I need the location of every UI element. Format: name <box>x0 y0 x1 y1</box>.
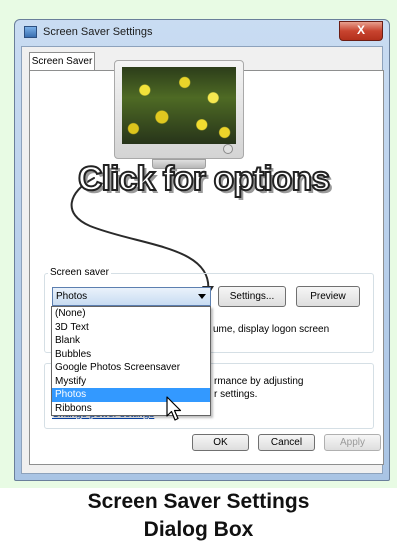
click-for-options-callout: Click for options <box>77 159 331 199</box>
dropdown-option[interactable]: Blank <box>52 334 210 348</box>
window-title: Screen Saver Settings <box>43 26 153 38</box>
monitor-preview <box>114 60 244 159</box>
power-text-line2: r settings. <box>214 389 258 400</box>
power-text-line1: rmance by adjusting <box>214 376 304 387</box>
chevron-down-icon[interactable] <box>198 294 206 299</box>
settings-button[interactable]: Settings... <box>218 286 286 307</box>
monitor-power-icon <box>223 144 233 154</box>
dropdown-option[interactable]: Google Photos Screensaver <box>52 361 210 375</box>
screen-saver-group-label: Screen saver <box>48 267 111 278</box>
dropdown-option[interactable]: (None) <box>52 307 210 321</box>
ok-button[interactable]: OK <box>192 434 249 451</box>
title-bar[interactable]: Screen Saver Settings X <box>15 20 389 46</box>
close-button[interactable]: X <box>339 21 383 41</box>
dropdown-option[interactable]: Mystify <box>52 375 210 389</box>
figure-caption: Screen Saver Settings Dialog Box <box>0 488 397 544</box>
screen-saver-icon <box>24 26 37 38</box>
resume-logon-text: ume, display logon screen <box>213 324 330 335</box>
dropdown-option[interactable]: 3D Text <box>52 321 210 335</box>
combo-selected-value: Photos <box>56 291 88 302</box>
dropdown-option[interactable]: Bubbles <box>52 348 210 362</box>
caption-line-2: Dialog Box <box>143 518 254 541</box>
dropdown-option[interactable]: Photos <box>52 388 210 402</box>
preview-screen <box>122 67 236 144</box>
cancel-button[interactable]: Cancel <box>258 434 315 451</box>
dropdown-option[interactable]: Ribbons <box>52 402 210 416</box>
screen-saver-dropdown-list: (None) 3D Text Blank Bubbles Google Photos S… <box>51 306 211 416</box>
mouse-cursor-icon <box>166 396 182 421</box>
tab-screen-saver[interactable]: Screen Saver <box>29 52 95 71</box>
apply-button[interactable]: Apply <box>324 434 381 451</box>
caption-line-1: Screen Saver Settings <box>87 490 310 513</box>
close-icon: X <box>356 23 365 37</box>
preview-button[interactable]: Preview <box>296 286 360 307</box>
screen-saver-combo[interactable]: Photos <box>52 287 211 306</box>
